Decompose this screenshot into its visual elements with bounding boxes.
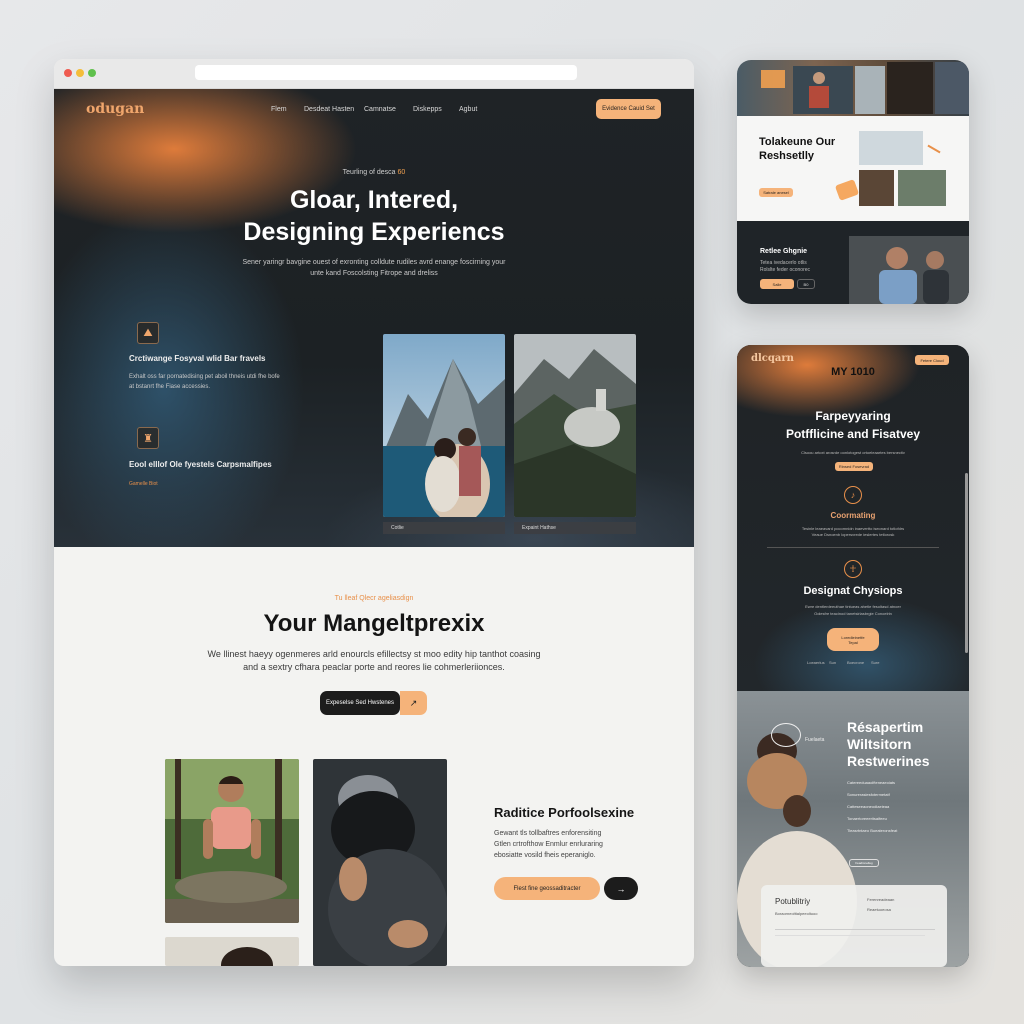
mobile-footer-link-4[interactable]: Sure bbox=[871, 659, 879, 667]
tablet-dark-button-2[interactable]: B0 bbox=[797, 279, 815, 289]
nav-item-about[interactable]: Desdeat Hasten bbox=[304, 106, 354, 113]
photo-2-caption: Expaint Hathse bbox=[514, 522, 636, 534]
tablet-title-line-1: Tolakeune Our bbox=[759, 136, 836, 148]
hero-section: odugan Flem Desdeat Hasten Camnatse Disk… bbox=[54, 89, 694, 547]
mobile-cta-button[interactable]: Loredleinetfe Tepal bbox=[827, 628, 879, 651]
mobile-mockup: dlcqarn Fetere Cloud MY 1010 Farpeyyarin… bbox=[737, 345, 969, 967]
feature-text-line-2: Gtlen crtrofthow Enmlur enrluraring bbox=[494, 841, 603, 848]
nav-item-home[interactable]: Flem bbox=[271, 106, 287, 113]
arrow-up-right-icon[interactable]: ↗ bbox=[400, 691, 427, 715]
mobile-item-1-title: Coormating bbox=[830, 511, 876, 520]
hero-subtitle-line-2: unte kand Foscolsting Fitrope and drelis… bbox=[310, 270, 438, 277]
mobile-card-text: Boraorneolttalpeeoltuoo bbox=[775, 911, 818, 916]
header-cta-button[interactable]: Evidence Cauid Set bbox=[596, 99, 661, 119]
mobile-footer-link-1[interactable]: Loeaerlus bbox=[807, 659, 825, 667]
mobile-footer-link-3[interactable]: Boecrone bbox=[847, 659, 864, 667]
music-note-icon: ♪ bbox=[844, 486, 862, 504]
desktop-mockup: odugan Flem Desdeat Hasten Camnatse Disk… bbox=[54, 59, 694, 966]
browser-chrome bbox=[54, 59, 694, 89]
mobile-card-sub-line-2: Reaetuoeosa bbox=[867, 907, 891, 912]
badge-emblem-icon bbox=[771, 723, 801, 747]
mobile-item-1-text-line-2: Veaue Dsnoenb lopersvrede ieslertes tetl… bbox=[811, 532, 895, 537]
mobile-section-3-button[interactable]: Feadrsnelleg bbox=[849, 859, 879, 867]
hero-title-line-1: Gloar, Intered, bbox=[289, 186, 459, 214]
mobile-list-item-1: Catereeduaaolfteneaeoiats bbox=[847, 780, 896, 785]
mobile-item-2-text-line-2: Oolesfre teacinod tanetsirlasbrgie Conoe… bbox=[814, 611, 892, 616]
nav-item-services[interactable]: Camnatse bbox=[364, 106, 396, 113]
tablet-dark-text-line-2: Rolslte feder oconorec bbox=[760, 267, 811, 273]
mobile-list-item-5: Tieasrtntaeo Bueateronsfeat bbox=[847, 828, 898, 833]
tablet-photo-landscape bbox=[898, 170, 946, 206]
nav-item-contact[interactable]: Agbut bbox=[459, 106, 477, 113]
mobile-card-sub-line-1: Ferenreadeaan bbox=[867, 897, 895, 902]
tablet-dark-button[interactable]: Salle bbox=[760, 279, 794, 289]
section-title: Your Mangeltprexix bbox=[263, 610, 485, 637]
brush-stroke bbox=[927, 144, 941, 154]
mobile-list-item-3: Catteseeaoneodiaeieaa bbox=[847, 804, 890, 809]
portfolio-cta-button[interactable]: Flest fine geossaditracter bbox=[494, 877, 600, 900]
mobile-card-divider bbox=[775, 929, 935, 930]
mobile-title-line-1: Farpeyyaring bbox=[815, 409, 891, 423]
mobile-list-item-2: Sonurerasiesfotermetatf bbox=[847, 792, 890, 797]
minimize-dot-icon[interactable] bbox=[76, 69, 84, 77]
section-body-line-1: We llinest haeyy ogenmeres arld enourcls… bbox=[207, 649, 541, 659]
tablet-photo-boat bbox=[859, 131, 923, 165]
mobile-footer-link-2[interactable]: Sun bbox=[829, 659, 836, 667]
tablet-photo-interior bbox=[859, 170, 894, 206]
ankh-icon: ☥ bbox=[844, 560, 862, 578]
arrow-right-icon[interactable]: → bbox=[604, 877, 638, 900]
explore-button[interactable]: Expeselse Sed Hwstenes bbox=[320, 691, 400, 715]
tablet-title-line-2: Reshsetlly bbox=[759, 150, 815, 162]
site-logo[interactable]: odugan bbox=[86, 101, 144, 117]
mobile-divider bbox=[767, 547, 939, 548]
tablet-dark-title: Retlee Ghgnie bbox=[760, 248, 808, 255]
mountain-rock-photo bbox=[514, 334, 636, 517]
section-eyebrow: Tu lleaf Qlecr ageliasdign bbox=[334, 595, 414, 602]
feature-1-text-line-2: at bstanrt fhe Fiase accessies. bbox=[129, 384, 211, 390]
section-body-line-2: and a sextry cfhara peaclar porte and re… bbox=[243, 662, 505, 672]
photo-1-caption: Cotlie bbox=[383, 522, 505, 534]
mobile-section-3-badge: Fuelaeta bbox=[805, 737, 825, 743]
man-sitting-photo bbox=[165, 759, 299, 923]
feature-person-icon: ♜ bbox=[137, 427, 159, 449]
feature-2-link[interactable]: Gamelle Biot bbox=[129, 481, 158, 487]
maximize-dot-icon[interactable] bbox=[88, 69, 96, 77]
mobile-section-3-title-line-3: Restwerines bbox=[847, 753, 930, 769]
mobile-list-item-4: Tonaertoreeeritsaifeeu bbox=[847, 816, 887, 821]
mobile-card-divider-2 bbox=[775, 935, 925, 936]
feature-2-title: Eool elllof Ole fyestels Carpsmalfipes bbox=[129, 460, 272, 469]
feature-text-line-3: ebosiatte vosild fheis eperaniglo. bbox=[494, 852, 596, 859]
feature-1-title: Crctiwange Fosyval wlid Bar fravels bbox=[129, 354, 266, 363]
tablet-button[interactable]: Satrale anesel bbox=[759, 188, 793, 197]
portrait-photo-3 bbox=[165, 937, 299, 966]
nav-item-work[interactable]: Diskepps bbox=[413, 106, 442, 113]
mobile-eyebrow: MY 1010 bbox=[831, 366, 875, 378]
hero-subtitle-line-1: Sener yaringr bavgine ouest of exronting… bbox=[242, 259, 506, 266]
brush-stroke-2 bbox=[834, 179, 860, 201]
hooded-figure-photo bbox=[313, 759, 447, 966]
mobile-scrollbar[interactable] bbox=[965, 473, 968, 653]
tablet-team-photo bbox=[849, 236, 969, 304]
mobile-subtitle: Clsoou artoxt arosrde oonlotogest ortoel… bbox=[801, 450, 905, 455]
mobile-section-3-title-line-1: Résapertim bbox=[847, 719, 924, 735]
mobile-title-line-2: Potfflicine and Fisatvey bbox=[785, 427, 921, 441]
address-bar[interactable] bbox=[195, 65, 577, 80]
close-dot-icon[interactable] bbox=[64, 69, 72, 77]
mobile-item-2-title: Designat Chysiops bbox=[803, 585, 903, 597]
header-image-strip bbox=[737, 60, 969, 116]
hero-title-line-2: Designing Experiencs bbox=[243, 218, 505, 246]
tablet-mockup: Tolakeune Our Reshsetlly Satrale anesel … bbox=[737, 60, 969, 304]
mobile-hero-button[interactable]: Rinsed Fosevrad bbox=[835, 462, 873, 471]
mobile-logo[interactable]: dlcqarn bbox=[751, 353, 794, 364]
feature-text-line-1: Gewant tls tollbaftres enforensiting bbox=[494, 830, 602, 837]
mobile-card-title: Potublitriy bbox=[775, 897, 811, 906]
mobile-section-3-title-line-2: Wiltsitorn bbox=[847, 736, 912, 752]
feature-title: Raditice Porfoolsexine bbox=[494, 805, 635, 820]
couple-lake-photo bbox=[383, 334, 505, 517]
mobile-header-cta[interactable]: Fetere Cloud bbox=[915, 355, 949, 365]
hero-eyebrow: Teurling of desca 60 bbox=[342, 169, 406, 176]
feature-mountain-icon: ⛰ bbox=[137, 322, 159, 344]
